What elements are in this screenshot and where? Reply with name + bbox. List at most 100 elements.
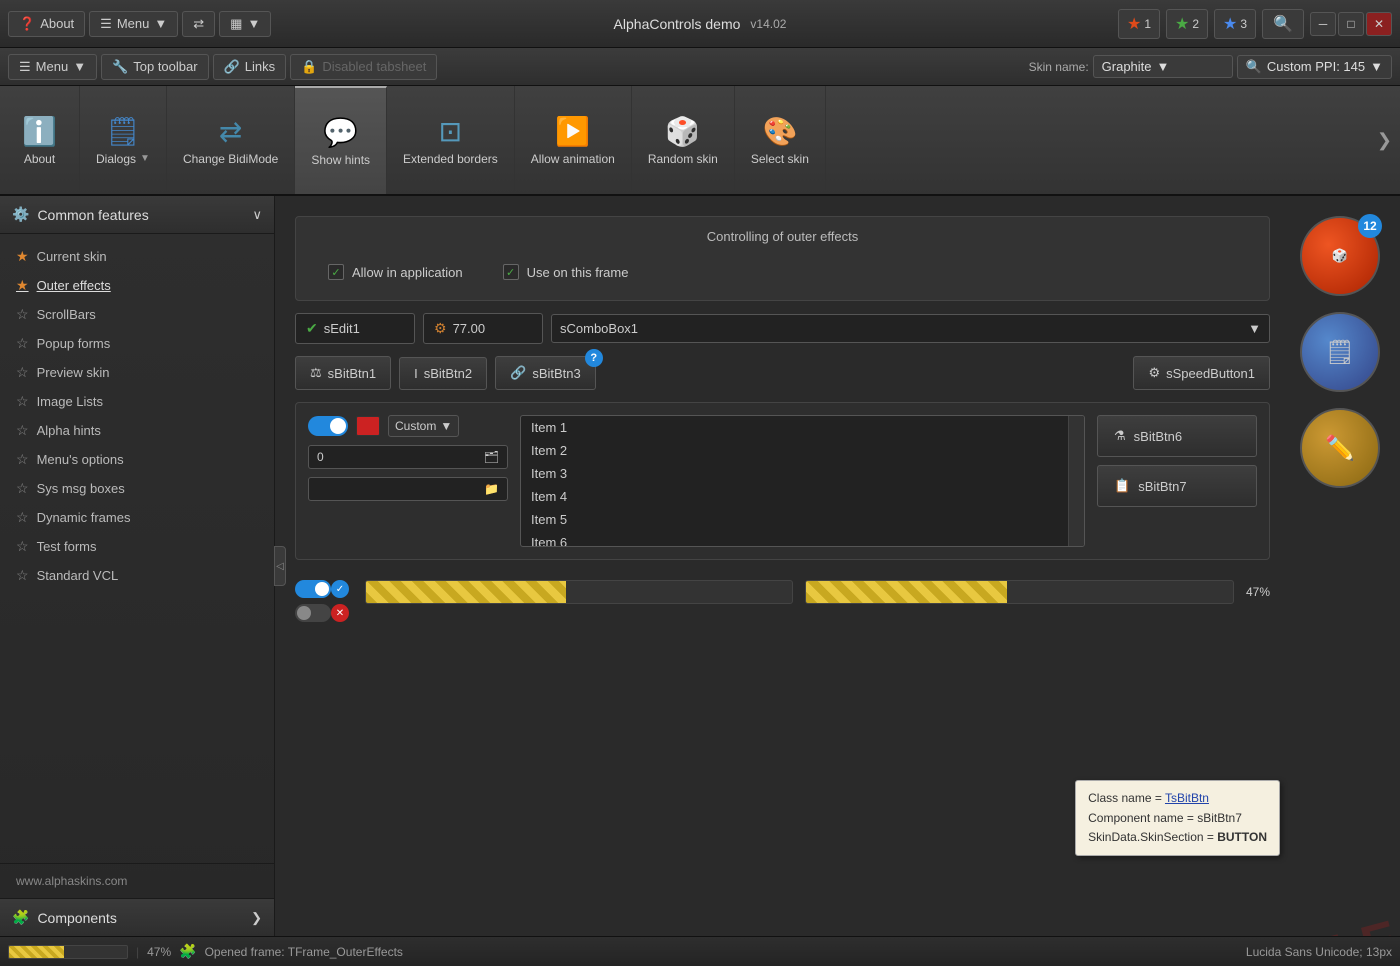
layout-button[interactable]: ▦ ▼ — [219, 11, 271, 37]
skin-name-label: Skin name: — [1029, 60, 1089, 74]
sidebar-item-sysmsgboxes[interactable]: ☆ Sys msg boxes — [0, 474, 274, 503]
sidebar-handle[interactable]: ◁ — [274, 546, 286, 586]
ribbon-about[interactable]: ℹ️ About — [0, 86, 80, 194]
edit-circle-icon[interactable]: ✏️ — [1300, 408, 1380, 488]
use-checkbox-box: ✓ — [503, 264, 519, 280]
sbitbtn3-label: sBitBtn3 — [532, 366, 580, 381]
ppi-label: Custom PPI: 145 — [1267, 59, 1365, 74]
sidebar-item-popupforms[interactable]: ☆ Popup forms — [0, 329, 274, 358]
list-item[interactable]: Item 4 — [521, 485, 1068, 508]
animation-ribbon-icon: ▶️ — [555, 115, 590, 148]
sidebar-item-currentskin[interactable]: ★ Current skin — [0, 242, 274, 271]
close-button[interactable]: ✕ — [1366, 12, 1392, 36]
sbitbtn2[interactable]: I sBitBtn2 — [399, 357, 487, 390]
list-item[interactable]: Item 2 — [521, 439, 1068, 462]
star3-button[interactable]: ★ 3 — [1214, 9, 1256, 39]
sidebar-item-previewskin-label: Preview skin — [37, 365, 110, 380]
sidebar-header[interactable]: ⚙️ Common features ∨ — [0, 196, 274, 234]
scombobox1[interactable]: sComboBox1 ▼ — [551, 314, 1270, 343]
borders-ribbon-icon: ⊡ — [439, 115, 462, 148]
tooltip-class-value: TsBitBtn — [1165, 791, 1209, 805]
list-scroll-area[interactable]: Item 1 Item 2 Item 3 Item 4 — [521, 416, 1068, 546]
sedit2[interactable]: ⚙ 77.00 — [423, 313, 543, 344]
ribbon-borders[interactable]: ⊡ Extended borders — [387, 86, 515, 194]
top-toolbar-button[interactable]: 🔧 Top toolbar — [101, 54, 209, 80]
ribbon-dialogs[interactable]: 🗒 Dialogs ▼ — [80, 86, 167, 194]
sedit1[interactable]: ✔ sEdit1 — [295, 313, 415, 344]
sidebar-item-menusoptions[interactable]: ☆ Menu's options — [0, 445, 274, 474]
ribbon-nav-right[interactable]: ❯ — [1369, 86, 1400, 194]
star-empty-icon: ☆ — [16, 364, 29, 381]
dice-circle-icon[interactable]: 12 🎲 — [1300, 216, 1380, 296]
scombobox-arrow: ▼ — [1248, 321, 1261, 336]
sbitbtn7[interactable]: 📋 sBitBtn7 — [1097, 465, 1257, 507]
app-title: AlphaControls demo — [614, 16, 741, 32]
tooltip-skindata-value: BUTTON — [1217, 830, 1267, 844]
about-label: About — [40, 16, 74, 31]
list-item[interactable]: Item 6 — [521, 531, 1068, 546]
sidebar-item-standardvcl[interactable]: ☆ Standard VCL — [0, 561, 274, 590]
ribbon-animation[interactable]: ▶️ Allow animation — [515, 86, 632, 194]
swap-button[interactable]: ⇄ — [182, 11, 215, 37]
item5-label: Item 5 — [531, 512, 567, 527]
num-value: 0 — [317, 450, 324, 464]
list-item[interactable]: Item 5 — [521, 508, 1068, 531]
sidebar-item-dynamicframes[interactable]: ☆ Dynamic frames — [0, 503, 274, 532]
search-button[interactable]: 🔍 — [1262, 9, 1304, 39]
ribbon-bidimode-label: Change BidiMode — [183, 152, 278, 166]
menu-button[interactable]: ☰ Menu ▼ — [89, 11, 178, 37]
toggle-rows: ✓ ✕ — [295, 580, 349, 622]
star-red-icon: ★ — [1127, 14, 1141, 34]
links-button[interactable]: 🔗 Links — [213, 54, 287, 80]
color-picker-button[interactable] — [356, 416, 380, 436]
num-input[interactable]: 0 🗂 — [308, 445, 508, 469]
minimize-button[interactable]: ─ — [1310, 12, 1336, 36]
gear-orange-icon: ⚙ — [434, 320, 447, 337]
list-item[interactable]: Item 1 — [521, 416, 1068, 439]
menu-main-button[interactable]: ☰ Menu ▼ — [8, 54, 97, 80]
search-icon: 🔍 — [1273, 16, 1293, 33]
toggle3[interactable] — [295, 604, 331, 622]
ribbon-randomskin-label: Random skin — [648, 152, 718, 166]
toggle-switch[interactable] — [308, 416, 348, 436]
sidebar-item-imagelists[interactable]: ☆ Image Lists — [0, 387, 274, 416]
star-empty-icon: ☆ — [16, 393, 29, 410]
dialogs-circle-icon[interactable]: 🗒 — [1300, 312, 1380, 392]
item3-label: Item 3 — [531, 466, 567, 481]
star1-button[interactable]: ★ 1 — [1118, 9, 1160, 39]
sidebar-footer[interactable]: 🧩 Components ❯ — [0, 898, 274, 936]
ribbon-randomskin[interactable]: 🎲 Random skin — [632, 86, 735, 194]
sbitbtn1-label: sBitBtn1 — [328, 366, 376, 381]
sidebar-item-previewskin[interactable]: ☆ Preview skin — [0, 358, 274, 387]
sspeedbutton1[interactable]: ⚙ sSpeedButton1 — [1133, 356, 1270, 390]
sbitbtn1[interactable]: ⚖ sBitBtn1 — [295, 356, 391, 390]
star-empty-icon: ☆ — [16, 422, 29, 439]
progress-fill-1 — [366, 581, 566, 603]
hamburger-icon: ☰ — [19, 59, 31, 75]
about-button[interactable]: ❓ About — [8, 11, 85, 37]
sbitbtn6[interactable]: ⚗ sBitBtn6 — [1097, 415, 1257, 457]
ribbon-showhints[interactable]: 💬 Show hints — [295, 86, 387, 194]
list-item[interactable]: Item 3 — [521, 462, 1068, 485]
skin-select[interactable]: Graphite ▼ — [1093, 55, 1233, 78]
sidebar-item-testforms[interactable]: ☆ Test forms — [0, 532, 274, 561]
chevron-right-icon: ❯ — [1377, 130, 1392, 151]
custom-dropdown[interactable]: Custom ▼ — [388, 415, 459, 437]
star2-button[interactable]: ★ 2 — [1166, 9, 1208, 39]
toggle2[interactable] — [295, 580, 331, 598]
maximize-button[interactable]: □ — [1338, 12, 1364, 36]
use-on-frame-checkbox[interactable]: ✓ Use on this frame — [503, 264, 629, 280]
sidebar-item-scrollbars-label: ScrollBars — [37, 307, 96, 322]
allow-in-application-checkbox[interactable]: ✓ Allow in application — [328, 264, 463, 280]
folder-input[interactable]: 📁 — [308, 477, 508, 501]
sidebar-item-alphahints[interactable]: ☆ Alpha hints — [0, 416, 274, 445]
sidebar-item-outereffects[interactable]: ★ Outer effects — [0, 271, 274, 300]
link-icon: 🔗 — [224, 59, 240, 75]
sbitbtn3[interactable]: 🔗 sBitBtn3 ? — [495, 356, 596, 390]
ribbon-selectskin[interactable]: 🎨 Select skin — [735, 86, 826, 194]
ribbon-bidimode[interactable]: ⇄ Change BidiMode — [167, 86, 295, 194]
list-scrollbar[interactable] — [1068, 416, 1084, 546]
wrench-icon: 🔧 — [112, 59, 128, 75]
ppi-select[interactable]: 🔍 Custom PPI: 145 ▼ — [1237, 55, 1392, 79]
sidebar-item-scrollbars[interactable]: ☆ ScrollBars — [0, 300, 274, 329]
